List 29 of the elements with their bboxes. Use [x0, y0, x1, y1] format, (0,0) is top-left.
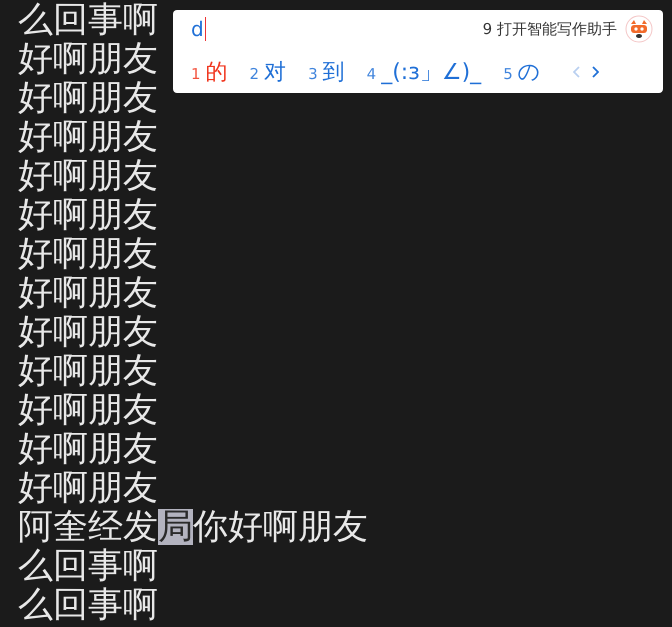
- chevron-left-icon: [572, 66, 580, 78]
- text-line: 好啊朋友: [18, 392, 158, 428]
- text-line: 好啊朋友: [18, 274, 158, 310]
- text-line: 好啊朋友: [18, 430, 158, 466]
- assistant-link[interactable]: 9 打开智能写作助手: [482, 20, 617, 38]
- candidate-item[interactable]: 2 对: [250, 57, 286, 87]
- candidate-item[interactable]: 1 的: [191, 57, 228, 87]
- next-page-button[interactable]: [592, 66, 599, 78]
- text-line: 好啊朋友: [18, 352, 158, 388]
- text-line: 好啊朋友: [18, 40, 158, 76]
- mascot-icon[interactable]: [625, 15, 653, 43]
- text-line: 好啊朋友: [18, 118, 158, 154]
- text-line: 好啊朋友: [18, 236, 158, 272]
- text-line: 你好啊朋友: [193, 508, 368, 544]
- text-line: 好啊朋友: [18, 80, 158, 116]
- text-line: 好啊朋友: [18, 196, 158, 232]
- candidate-item[interactable]: 3 到: [308, 57, 345, 87]
- text-line: 么回事啊: [18, 548, 158, 584]
- chevron-right-icon: [592, 66, 599, 78]
- text-line: 么回事啊: [18, 586, 158, 622]
- text-line: 么回事啊: [18, 2, 158, 38]
- candidate-item[interactable]: 4 _(:з」∠)_: [366, 57, 482, 87]
- text-line: 阿奎经发: [18, 508, 158, 544]
- composition-input[interactable]: d: [191, 17, 206, 41]
- text-line: 好啊朋友: [18, 314, 158, 350]
- text-line: 好啊朋友: [18, 470, 158, 506]
- candidate-item[interactable]: 5 の: [503, 57, 541, 87]
- selected-text: 局: [158, 508, 193, 544]
- text-line: 好啊朋友: [18, 158, 158, 194]
